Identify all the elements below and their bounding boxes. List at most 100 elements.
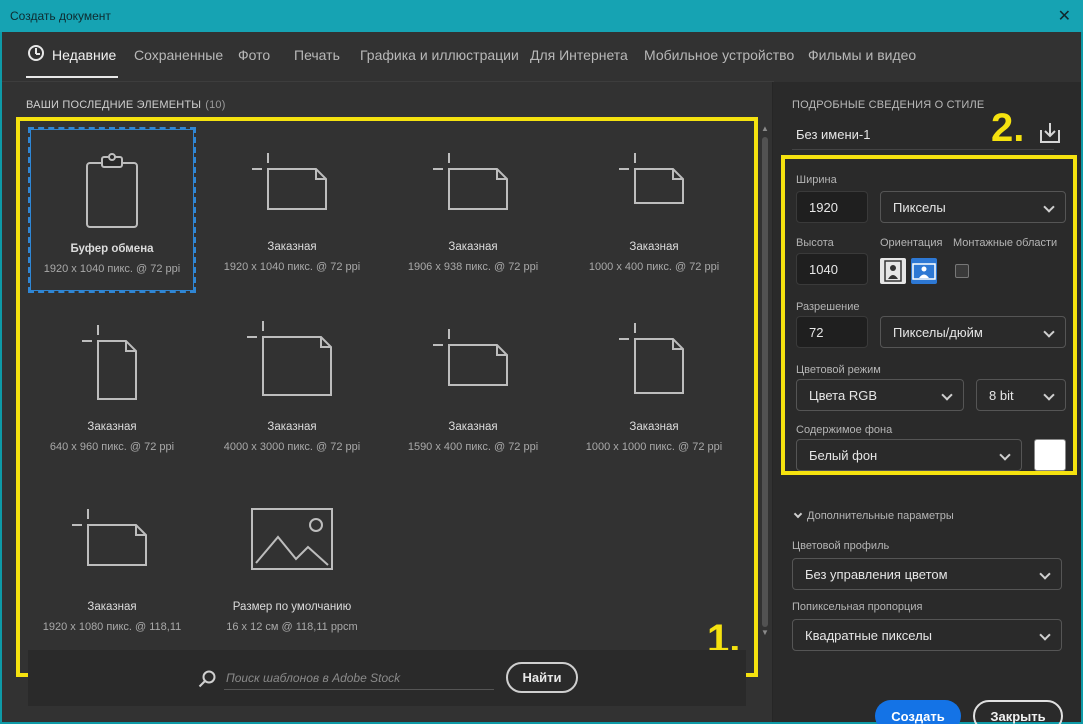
- item-dims: 640 x 960 пикс. @ 72 ppi: [49, 441, 175, 453]
- item-dims: 1906 x 938 пикс. @ 72 ppi: [407, 261, 539, 273]
- chevron-down-icon: [1043, 326, 1055, 338]
- window-close-icon[interactable]: ✕: [1058, 6, 1071, 26]
- document-properties-box: Ширина 1920 Пикселы Высота Ориентация Мо…: [781, 155, 1077, 475]
- item-dims: 1000 x 1000 пикс. @ 72 ppi: [585, 441, 723, 453]
- scroll-thumb[interactable]: [762, 137, 768, 627]
- recent-scrollbar[interactable]: ▲ ▼: [759, 124, 771, 638]
- artboards-checkbox[interactable]: [955, 264, 969, 278]
- preset-tabs: Недавние Сохраненные Фото Печать Графика…: [2, 32, 794, 82]
- color-mode-select[interactable]: Цвета RGB: [796, 379, 964, 411]
- recent-item-default-size[interactable]: Размер по умолчанию 16 x 12 см @ 118,11 …: [208, 487, 376, 653]
- document-icon: [72, 509, 147, 566]
- bit-depth-select[interactable]: 8 bit: [976, 379, 1066, 411]
- color-profile-select[interactable]: Без управления цветом: [792, 558, 1062, 590]
- scroll-up-icon[interactable]: ▲: [759, 124, 771, 134]
- recent-item-custom[interactable]: Заказная 1920 x 1040 пикс. @ 72 ppi: [208, 127, 376, 293]
- item-dims: 1000 x 400 пикс. @ 72 ppi: [588, 261, 720, 273]
- recent-item-custom[interactable]: Заказная 1906 x 938 пикс. @ 72 ppi: [389, 127, 557, 293]
- create-button[interactable]: Создать: [875, 700, 961, 724]
- tab-recent[interactable]: Недавние: [25, 47, 119, 78]
- recent-item-custom[interactable]: Заказная 1590 x 400 пикс. @ 72 ppi: [389, 307, 557, 473]
- scroll-down-icon[interactable]: ▼: [759, 628, 771, 638]
- pixel-aspect-select[interactable]: Квадратные пикселы: [792, 619, 1062, 651]
- item-dims: 1920 x 1080 пикс. @ 118,11: [42, 621, 182, 633]
- resolution-unit-select[interactable]: Пикселы/дюйм: [880, 316, 1066, 348]
- clock-icon: [28, 45, 44, 61]
- item-name: Заказная: [629, 241, 679, 253]
- resolution-label: Разрешение: [796, 301, 860, 313]
- pixel-aspect-value: Квадратные пикселы: [805, 628, 933, 643]
- recent-item-custom[interactable]: Заказная 4000 x 3000 пикс. @ 72 ppi: [208, 307, 376, 473]
- find-button[interactable]: Найти: [506, 662, 578, 693]
- item-name: Заказная: [629, 421, 679, 433]
- portrait-orientation-icon[interactable]: [880, 258, 906, 284]
- document-icon: [252, 153, 327, 210]
- tab-saved[interactable]: Сохраненные: [134, 47, 223, 63]
- width-unit-select[interactable]: Пикселы: [880, 191, 1066, 223]
- resolution-unit-value: Пикселы/дюйм: [893, 325, 983, 340]
- background-label: Содержимое фона: [796, 424, 893, 436]
- bit-depth-value: 8 bit: [989, 388, 1014, 403]
- background-select[interactable]: Белый фон: [796, 439, 1022, 471]
- window-title: Создать документ: [10, 9, 111, 23]
- orientation-label: Ориентация: [880, 237, 943, 249]
- item-name: Заказная: [448, 421, 498, 433]
- document-icon: [247, 321, 332, 396]
- document-icon: [619, 323, 684, 394]
- clipboard-icon: [86, 153, 138, 228]
- color-profile-value: Без управления цветом: [805, 567, 948, 582]
- close-button[interactable]: Закрыть: [973, 700, 1063, 724]
- recent-count: (10): [205, 99, 226, 111]
- recent-item-custom[interactable]: Заказная 1000 x 400 пикс. @ 72 ppi: [570, 127, 738, 293]
- background-value: Белый фон: [809, 448, 878, 463]
- item-name: Заказная: [267, 421, 317, 433]
- advanced-options-toggle[interactable]: Дополнительные параметры: [793, 509, 954, 522]
- pixel-aspect-label: Попиксельная пропорция: [792, 601, 923, 613]
- image-icon: [251, 508, 333, 570]
- search-icon: [198, 670, 216, 688]
- color-mode-label: Цветовой режим: [796, 364, 881, 376]
- chevron-down-icon: [1039, 629, 1051, 641]
- recent-item-custom[interactable]: Заказная 1920 x 1080 пикс. @ 118,11: [28, 487, 196, 653]
- stock-search-bar: Найти: [28, 650, 746, 706]
- chevron-down-icon: [941, 389, 953, 401]
- document-icon: [619, 153, 684, 204]
- recent-item-clipboard[interactable]: Буфер обмена 1920 x 1040 пикс. @ 72 ppi: [28, 127, 196, 293]
- width-field[interactable]: 1920: [796, 191, 868, 223]
- document-name-field[interactable]: [792, 120, 1054, 150]
- recent-section-title: ВАШИ ПОСЛЕДНИЕ ЭЛЕМЕНТЫ (10): [26, 99, 226, 111]
- tab-mobile[interactable]: Мобильное устройство: [644, 47, 794, 63]
- panel-title: ПОДРОБНЫЕ СВЕДЕНИЯ О СТИЛЕ: [792, 99, 985, 111]
- recent-item-custom[interactable]: Заказная 640 x 960 пикс. @ 72 ppi: [28, 307, 196, 473]
- item-name: Буфер обмена: [70, 243, 154, 255]
- item-dims: 1920 x 1040 пикс. @ 72 ppi: [223, 261, 361, 273]
- background-color-swatch[interactable]: [1034, 439, 1066, 471]
- height-field[interactable]: 1040: [796, 253, 868, 285]
- chevron-down-icon: [793, 509, 803, 519]
- title-bar: Создать документ ✕: [0, 0, 1083, 32]
- item-dims: 16 x 12 см @ 118,11 ppcm: [226, 621, 358, 633]
- recent-item-custom[interactable]: Заказная 1000 x 1000 пикс. @ 72 ppi: [570, 307, 738, 473]
- item-name: Заказная: [87, 421, 137, 433]
- chevron-down-icon: [1043, 201, 1055, 213]
- item-name: Заказная: [267, 241, 317, 253]
- height-label: Высота: [796, 237, 834, 249]
- tab-film-video[interactable]: Фильмы и видео: [808, 47, 916, 63]
- landscape-orientation-icon[interactable]: [911, 258, 937, 284]
- document-icon: [433, 329, 508, 386]
- chevron-down-icon: [999, 449, 1011, 461]
- preset-details-panel: ПОДРОБНЫЕ СВЕДЕНИЯ О СТИЛЕ 2. Ширина 192…: [772, 82, 1081, 724]
- color-profile-label: Цветовой профиль: [792, 540, 890, 552]
- tab-photo[interactable]: Фото: [238, 47, 270, 63]
- tab-web[interactable]: Для Интернета: [530, 47, 628, 63]
- item-name: Заказная: [448, 241, 498, 253]
- new-document-dialog: Недавние Сохраненные Фото Печать Графика…: [2, 32, 1081, 724]
- stock-search-input[interactable]: [224, 666, 494, 690]
- tab-art-illustration[interactable]: Графика и иллюстрации: [360, 47, 519, 63]
- resolution-field[interactable]: 72: [796, 316, 868, 348]
- item-dims: 1920 x 1040 пикс. @ 72 ppi: [43, 263, 181, 275]
- recent-items-grid: Буфер обмена 1920 x 1040 пикс. @ 72 ppi …: [16, 117, 758, 677]
- chevron-down-icon: [1039, 568, 1051, 580]
- tab-print[interactable]: Печать: [294, 47, 340, 63]
- artboards-label: Монтажные области: [953, 237, 1058, 249]
